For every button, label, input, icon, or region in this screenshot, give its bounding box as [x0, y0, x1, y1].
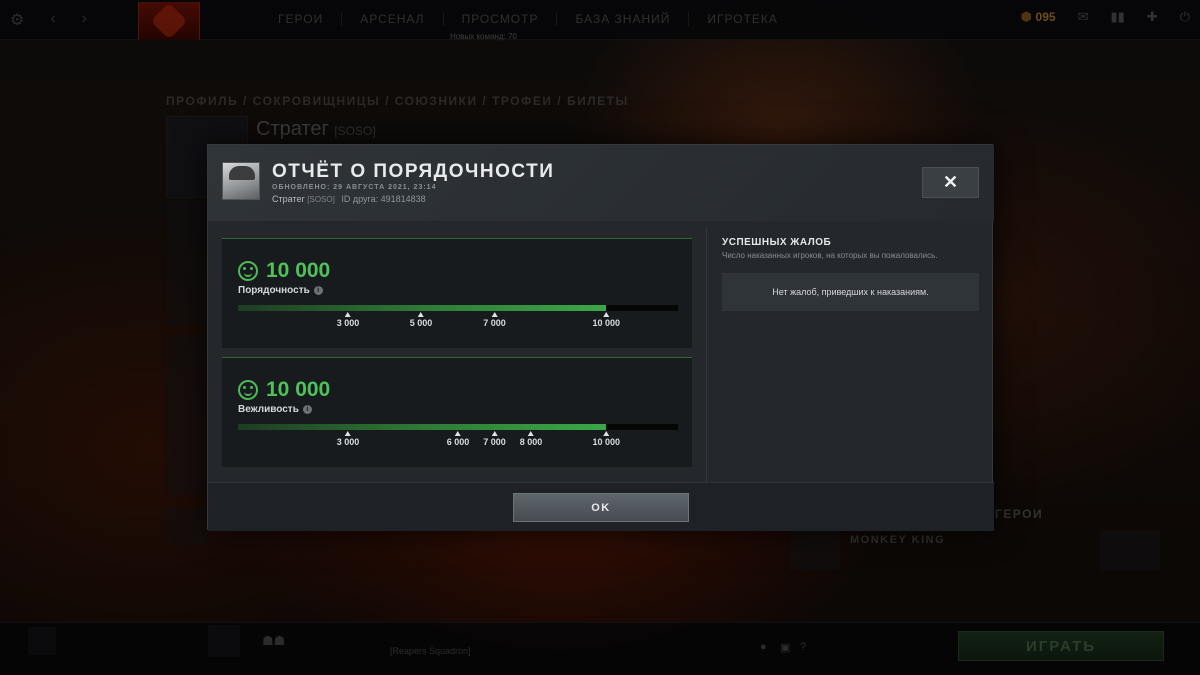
behavior-progress-fill — [238, 424, 607, 430]
tick-label: 10 000 — [592, 437, 621, 447]
tick-marker: 7 000 — [483, 312, 506, 328]
ok-button[interactable]: OK — [513, 493, 689, 522]
tick-marker: 10 000 — [592, 431, 621, 447]
tick-marker: 3 000 — [336, 312, 360, 328]
tick-label: 10 000 — [592, 318, 621, 328]
tick-label: 8 000 — [519, 437, 543, 447]
conduct-label: Порядочность i — [238, 285, 323, 296]
tick-marker: 5 000 — [409, 312, 433, 328]
tick-triangle-icon — [418, 312, 425, 317]
dialog-footer: OK — [208, 482, 994, 531]
tick-triangle-icon — [345, 312, 351, 317]
conduct-progress-fill — [238, 305, 607, 311]
tick-marker: 8 000 — [519, 431, 543, 447]
player-info: Стратег [SOSO] ID друга: 491814838 — [272, 194, 426, 204]
avatar-hair — [229, 166, 255, 180]
tick-label: 7 000 — [483, 318, 506, 328]
tick-marker: 10 000 — [592, 312, 621, 328]
tick-label: 7 000 — [483, 437, 506, 447]
updated-timestamp: ОБНОВЛЕНО: 29 АВГУСТА 2021, 23:14 — [272, 184, 437, 191]
dialog-header: ОТЧЁТ О ПОРЯДОЧНОСТИ ОБНОВЛЕНО: 29 АВГУС… — [208, 145, 994, 221]
dota-client-screen: ⚙ ‹ › ГЕРОИ АРСЕНАЛ ПРОСМОТР БАЗА ЗНАНИЙ… — [0, 0, 1200, 675]
reports-description: Число наказанных игроков, на которых вы … — [722, 251, 938, 260]
behavior-score-value: 10 000 — [266, 378, 331, 401]
tick-marker: 3 000 — [336, 431, 360, 447]
tick-label: 5 000 — [409, 318, 433, 328]
tick-triangle-icon — [345, 431, 351, 436]
conduct-progress-bar — [238, 305, 678, 311]
smile-icon — [238, 380, 258, 400]
close-button[interactable]: ✕ — [922, 167, 979, 198]
reports-title: УСПЕШНЫХ ЖАЛОБ — [722, 237, 832, 248]
conduct-report-dialog: ОТЧЁТ О ПОРЯДОЧНОСТИ ОБНОВЛЕНО: 29 АВГУС… — [207, 144, 994, 531]
behavior-label: Вежливость i — [238, 404, 312, 415]
score-row: 10 000 — [238, 259, 330, 283]
conduct-label-text: Порядочность — [238, 285, 310, 296]
panel-divider — [706, 227, 707, 482]
tick-triangle-icon — [491, 431, 498, 436]
tick-triangle-icon — [528, 431, 535, 436]
dialog-title: ОТЧЁТ О ПОРЯДОЧНОСТИ — [272, 161, 555, 182]
behavior-score-card: 10 000 Вежливость i 3 000 6 000 7 000 8 000 1… — [222, 357, 692, 467]
behavior-progress-bar — [238, 424, 678, 430]
close-icon: ✕ — [942, 172, 959, 192]
friend-id: ID друга: 491814838 — [341, 194, 426, 204]
tick-marker: 6 000 — [446, 431, 470, 447]
conduct-score-value: 10 000 — [266, 259, 331, 282]
tick-triangle-icon — [603, 312, 610, 317]
conduct-score-card: 10 000 Порядочность i 3 000 5 000 7 000 10 0… — [222, 238, 692, 348]
tick-triangle-icon — [603, 431, 610, 436]
tick-label: 6 000 — [446, 437, 470, 447]
player-tag: [SOSO] — [307, 195, 335, 204]
tick-triangle-icon — [491, 312, 498, 317]
player-avatar — [222, 162, 260, 200]
tick-triangle-icon — [455, 431, 461, 436]
reports-empty-message: Нет жалоб, приведших к наказаниям. — [722, 273, 979, 311]
info-icon[interactable]: i — [302, 405, 312, 414]
smile-icon — [238, 261, 258, 281]
tick-label: 3 000 — [336, 318, 360, 328]
player-name: Стратег — [272, 194, 305, 204]
behavior-label-text: Вежливость — [238, 404, 299, 415]
score-row: 10 000 — [238, 378, 330, 402]
info-icon[interactable]: i — [313, 286, 323, 295]
tick-marker: 7 000 — [483, 431, 506, 447]
tick-label: 3 000 — [336, 437, 360, 447]
